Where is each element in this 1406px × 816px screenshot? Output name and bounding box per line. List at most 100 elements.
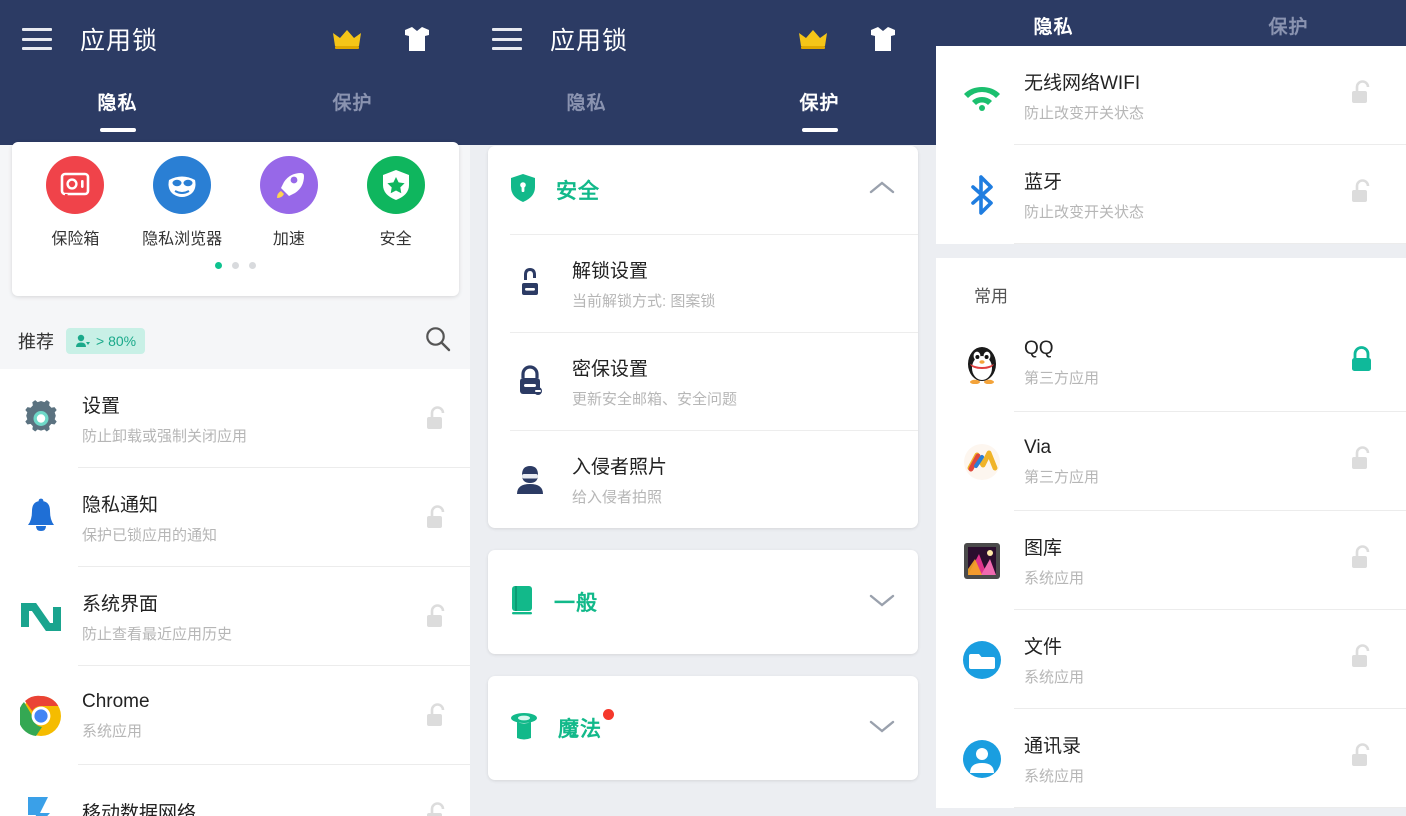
section-row-unlock-settings[interactable]: 解锁设置 当前解锁方式: 图案锁 bbox=[488, 234, 918, 332]
tab-privacy-label-2: 隐私 bbox=[566, 93, 607, 114]
section-row-text: 解锁设置 当前解锁方式: 图案锁 bbox=[572, 256, 715, 311]
unlock-icon[interactable] bbox=[422, 801, 452, 816]
list-item-title: 图库 bbox=[1024, 538, 1063, 559]
unlock-icon[interactable] bbox=[422, 702, 452, 730]
gallery-icon bbox=[958, 542, 1006, 580]
mobile-data-icon bbox=[18, 795, 64, 816]
list-item-text: 蓝牙 防止改变开关状态 bbox=[1024, 167, 1350, 222]
quick-tool-safe-box[interactable]: 保险箱 bbox=[22, 156, 129, 249]
wifi-icon bbox=[958, 81, 1006, 111]
list-item[interactable]: 隐私通知 保护已锁应用的通知 bbox=[0, 468, 470, 567]
quick-tool-incognito-browser[interactable]: 隐私浏览器 bbox=[129, 156, 236, 249]
search-icon[interactable] bbox=[424, 325, 452, 358]
carousel-dot-2[interactable] bbox=[232, 262, 239, 269]
bluetooth-icon bbox=[958, 174, 1006, 215]
list-item[interactable]: 蓝牙 防止改变开关状态 bbox=[936, 145, 1406, 244]
tab-protect-1[interactable]: 保护 bbox=[235, 78, 470, 145]
list-item-title: Chrome bbox=[82, 690, 150, 712]
section-header-general[interactable]: 一般 bbox=[488, 550, 918, 654]
carousel-dots bbox=[12, 262, 459, 269]
unlock-settings-icon bbox=[510, 266, 550, 300]
tab-protect-2[interactable]: 保护 bbox=[703, 78, 936, 145]
contacts-icon bbox=[958, 739, 1006, 779]
qq-penguin-icon bbox=[958, 342, 1006, 384]
tab-protect-label-1: 保护 bbox=[332, 93, 373, 114]
crown-icon[interactable] bbox=[798, 24, 828, 54]
chrome-icon bbox=[18, 695, 64, 737]
list-item[interactable]: 通讯录 系统应用 bbox=[936, 709, 1406, 808]
section-row-subtitle: 更新安全邮箱、安全问题 bbox=[572, 390, 738, 408]
section-header-magic[interactable]: 魔法 bbox=[488, 676, 918, 780]
carousel-dot-3[interactable] bbox=[249, 262, 256, 269]
tab-bar-2: 隐私 保护 bbox=[470, 78, 936, 145]
unlock-icon[interactable] bbox=[422, 504, 452, 532]
unlock-icon[interactable] bbox=[422, 405, 452, 433]
app-bar-1: 应用锁 隐私 保护 bbox=[0, 0, 470, 145]
list-item[interactable]: QQ 第三方应用 bbox=[936, 313, 1406, 412]
section-row-subtitle: 当前解锁方式: 图案锁 bbox=[572, 292, 716, 310]
list-item[interactable]: 移动数据网络 bbox=[0, 765, 470, 816]
lock-icon[interactable] bbox=[1350, 346, 1374, 379]
list-item[interactable]: Via 第三方应用 bbox=[936, 412, 1406, 511]
section-row-security-qa[interactable]: 密保设置 更新安全邮箱、安全问题 bbox=[488, 332, 918, 430]
chevron-up-icon[interactable] bbox=[868, 179, 896, 202]
hamburger-icon[interactable] bbox=[22, 28, 52, 50]
unlock-icon[interactable] bbox=[1350, 643, 1374, 676]
app-bar-top-2: 应用锁 bbox=[470, 0, 936, 78]
list-item-subtitle: 防止改变开关状态 bbox=[1024, 105, 1145, 122]
quick-tool-label: 隐私浏览器 bbox=[142, 231, 223, 248]
carousel-dot-1[interactable] bbox=[215, 262, 222, 269]
list-item-title: 系统界面 bbox=[82, 594, 159, 615]
section-header-security[interactable]: 安全 bbox=[488, 146, 918, 234]
section-title-security: 安全 bbox=[556, 180, 600, 203]
quick-tool-label: 加速 bbox=[272, 231, 305, 248]
list-item-title: QQ bbox=[1024, 337, 1054, 359]
unlock-icon[interactable] bbox=[1350, 544, 1374, 577]
tab-privacy-label-1: 隐私 bbox=[97, 93, 138, 114]
list-item[interactable]: 图库 系统应用 bbox=[936, 511, 1406, 610]
chevron-down-icon[interactable] bbox=[868, 591, 896, 614]
section-row-title: 入侵者照片 bbox=[572, 456, 668, 478]
unlock-icon[interactable] bbox=[1350, 445, 1374, 478]
system-toggles-group: 无线网络WIFI 防止改变开关状态 蓝牙 防止改变开关状态 常用 QQ 第三方应… bbox=[936, 46, 1406, 808]
unlock-icon[interactable] bbox=[1350, 178, 1374, 211]
unlock-icon[interactable] bbox=[422, 603, 452, 631]
gear-icon bbox=[18, 398, 64, 440]
unlock-icon[interactable] bbox=[1350, 79, 1374, 112]
tshirt-icon[interactable] bbox=[868, 24, 898, 54]
quick-tools-card: 保险箱 隐私浏览器 加速 安全 bbox=[12, 142, 459, 296]
list-item-subtitle: 防止查看最近应用历史 bbox=[82, 626, 233, 643]
list-item-text: Via 第三方应用 bbox=[1024, 437, 1350, 487]
panel-privacy-home: 应用锁 隐私 保护 保险箱 隐私浏览器 加速 安全 推荐 > 80% 设置 防止… bbox=[0, 0, 470, 816]
app-bar-actions-2 bbox=[798, 24, 914, 54]
hamburger-icon[interactable] bbox=[492, 28, 522, 50]
list-item[interactable]: 文件 系统应用 bbox=[936, 610, 1406, 709]
section-row-text: 入侵者照片 给入侵者拍照 bbox=[572, 452, 667, 507]
tab-protect-label-3: 保护 bbox=[1268, 17, 1309, 38]
panel-privacy-apps: 隐私 保护 无线网络WIFI 防止改变开关状态 蓝牙 防止改变开关状态 常用 Q… bbox=[936, 0, 1406, 816]
chevron-down-icon[interactable] bbox=[868, 717, 896, 740]
list-item-title: 无线网络WIFI bbox=[1024, 73, 1141, 94]
quick-tool-boost[interactable]: 加速 bbox=[236, 156, 343, 249]
quick-tool-security[interactable]: 安全 bbox=[342, 156, 449, 249]
list-item-text: 无线网络WIFI 防止改变开关状态 bbox=[1024, 68, 1350, 123]
list-item[interactable]: Chrome 系统应用 bbox=[0, 666, 470, 765]
list-item-title: 隐私通知 bbox=[82, 495, 159, 516]
list-item-subtitle: 第三方应用 bbox=[1024, 468, 1100, 486]
book-icon bbox=[510, 585, 534, 620]
list-item[interactable]: 系统界面 防止查看最近应用历史 bbox=[0, 567, 470, 666]
tab-privacy-2[interactable]: 隐私 bbox=[470, 78, 703, 145]
unlock-icon[interactable] bbox=[1350, 742, 1374, 775]
tshirt-icon[interactable] bbox=[402, 24, 432, 54]
bell-icon bbox=[18, 498, 64, 538]
section-card-security: 安全 解锁设置 当前解锁方式: 图案锁 密保设置 更新安全邮箱、安全问题 入侵者… bbox=[488, 146, 918, 528]
via-browser-icon bbox=[958, 443, 1006, 481]
crown-icon[interactable] bbox=[332, 24, 362, 54]
section-title-magic: 魔法 bbox=[558, 709, 614, 743]
list-item-title: 通讯录 bbox=[1024, 736, 1082, 757]
tab-privacy-1[interactable]: 隐私 bbox=[0, 78, 235, 145]
list-item[interactable]: 设置 防止卸载或强制关闭应用 bbox=[0, 369, 470, 468]
system-ui-icon bbox=[18, 599, 64, 635]
list-item[interactable]: 无线网络WIFI 防止改变开关状态 bbox=[936, 46, 1406, 145]
section-row-intruder-photo[interactable]: 入侵者照片 给入侵者拍照 bbox=[488, 430, 918, 528]
